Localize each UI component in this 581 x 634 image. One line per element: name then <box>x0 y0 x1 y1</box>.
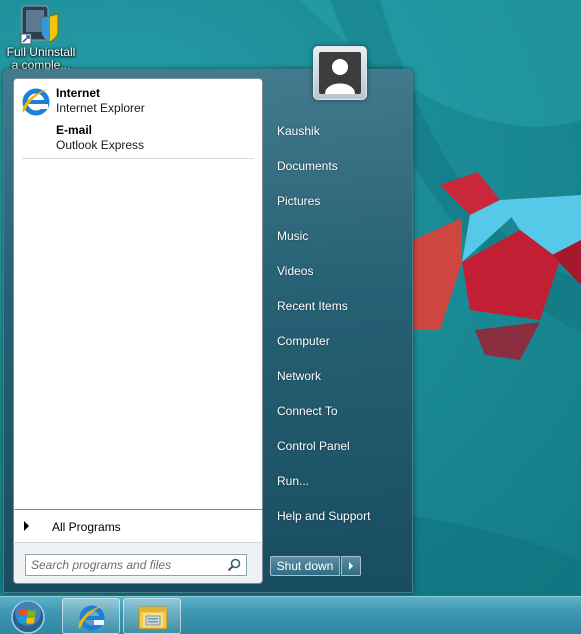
start-menu: Internet Internet Explorer E-mail Outloo… <box>3 46 413 593</box>
pinned-subtitle: Outlook Express <box>56 138 145 152</box>
pinned-item-email[interactable]: E-mail Outlook Express <box>18 120 258 156</box>
arrow-right-icon <box>24 521 29 531</box>
right-item-computer[interactable]: Computer <box>270 328 410 354</box>
all-programs-button[interactable]: All Programs <box>13 510 263 542</box>
pinned-programs-pane: Internet Internet Explorer E-mail Outloo… <box>13 78 263 511</box>
right-item-music[interactable]: Music <box>270 223 410 249</box>
right-item-control-panel[interactable]: Control Panel <box>270 433 410 459</box>
right-item-run[interactable]: Run... <box>270 468 410 494</box>
email-icon <box>20 122 52 154</box>
uninstall-program-icon <box>20 5 59 45</box>
search-area <box>13 542 263 584</box>
pinned-item-internet[interactable]: Internet Internet Explorer <box>18 83 258 119</box>
right-item-pictures[interactable]: Pictures <box>270 188 410 214</box>
folder-icon <box>138 606 168 630</box>
arrow-right-icon <box>349 562 353 570</box>
pinned-title: E-mail <box>56 123 93 137</box>
taskbar-internet-explorer[interactable] <box>62 598 120 634</box>
right-item-user[interactable]: Kaushik <box>270 118 410 144</box>
right-item-recent-items[interactable]: Recent Items <box>270 293 410 319</box>
desktop-shortcut-full-uninstall[interactable]: Full Uninstall a comple... <box>0 0 82 72</box>
separator <box>22 158 254 159</box>
taskbar <box>0 596 581 634</box>
user-avatar[interactable] <box>313 46 367 100</box>
internet-explorer-icon <box>22 88 50 116</box>
right-item-help-and-support[interactable]: Help and Support <box>270 503 410 529</box>
all-programs-label: All Programs <box>52 520 121 534</box>
pinned-title: Internet <box>56 86 101 100</box>
right-item-network[interactable]: Network <box>270 363 410 389</box>
internet-explorer-icon <box>78 605 106 631</box>
taskbar-file-explorer[interactable] <box>123 598 181 634</box>
search-input[interactable] <box>25 554 247 576</box>
search-icon[interactable] <box>226 557 242 573</box>
start-orb-button[interactable] <box>6 597 50 634</box>
right-item-documents[interactable]: Documents <box>270 153 410 179</box>
shutdown-options-button[interactable] <box>341 556 361 576</box>
right-item-videos[interactable]: Videos <box>270 258 410 284</box>
right-item-connect-to[interactable]: Connect To <box>270 398 410 424</box>
pinned-subtitle: Internet Explorer <box>56 101 145 115</box>
shutdown-button[interactable]: Shut down <box>270 556 340 576</box>
user-silhouette-icon <box>319 52 361 94</box>
